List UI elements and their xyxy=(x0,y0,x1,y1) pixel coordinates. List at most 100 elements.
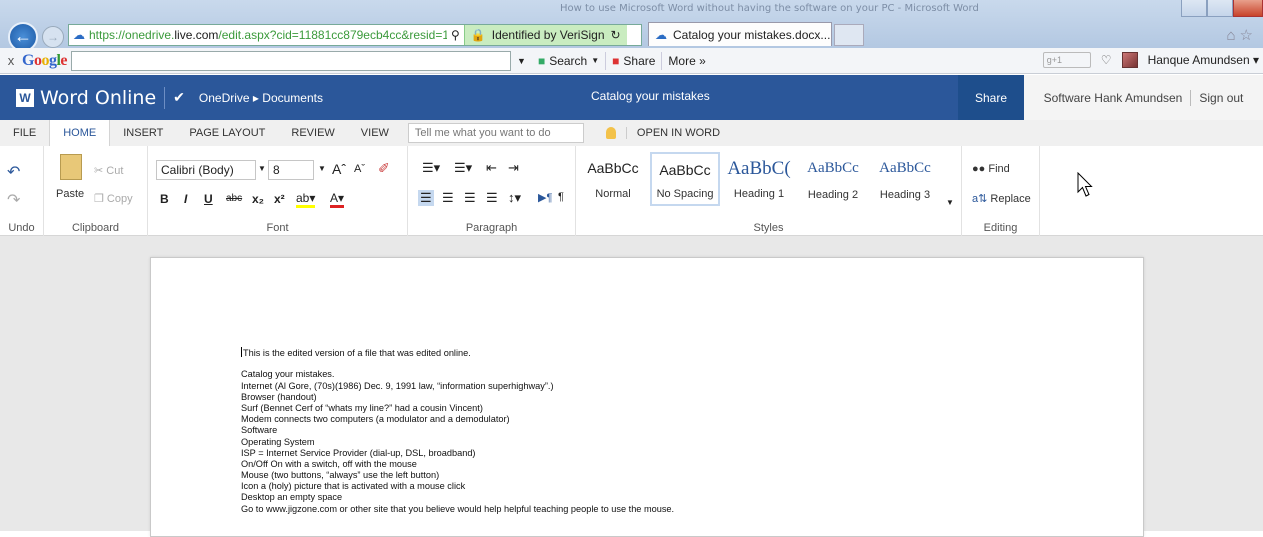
document-line[interactable]: Software xyxy=(241,425,674,436)
browser-tab[interactable]: ☁ Catalog your mistakes.docx... × xyxy=(648,22,843,46)
document-line[interactable]: Operating System xyxy=(241,437,674,448)
document-line[interactable]: Surf (Bennet Cerf of “whats my line?” ha… xyxy=(241,403,674,414)
style-normal[interactable]: AaBbCc Normal xyxy=(578,152,648,206)
google-toolbar: x Google ▼ ■ Search ▼ ■ Share More » g+1… xyxy=(0,48,1263,74)
font-name-select[interactable]: Calibri (Body) xyxy=(156,160,256,180)
grow-font-icon[interactable]: Aˆ xyxy=(332,161,346,177)
mouse-pointer-icon xyxy=(1077,172,1093,197)
gplus-button[interactable]: g+1 xyxy=(1042,52,1091,68)
style-heading-1[interactable]: AaBbC( Heading 1 xyxy=(724,152,794,206)
user-name[interactable]: Software Hank Amundsen xyxy=(1044,91,1183,105)
lock-icon: 🔒 xyxy=(470,28,486,42)
find-button[interactable]: ●● Find xyxy=(972,163,1010,175)
notification-bell-icon[interactable]: ♡ xyxy=(1101,53,1112,67)
word-logo-icon[interactable]: W xyxy=(16,88,34,107)
redo-icon[interactable]: ↷ xyxy=(7,190,20,210)
style-no-spacing[interactable]: AaBbCc No Spacing xyxy=(650,152,720,206)
maximize-button[interactable] xyxy=(1207,0,1233,17)
google-search-button[interactable]: ■ Search ▼ xyxy=(532,51,607,70)
justify-icon[interactable]: ☰ xyxy=(486,190,498,206)
breadcrumb[interactable]: OneDrive ▸ Documents xyxy=(199,91,323,105)
copy-button[interactable]: ❐ Copy xyxy=(94,192,133,205)
lightbulb-icon xyxy=(605,127,616,139)
document-line[interactable]: Modem connects two computers (a modulato… xyxy=(241,414,674,425)
document-line[interactable]: Browser (handout) xyxy=(241,392,674,403)
close-button[interactable] xyxy=(1233,0,1263,17)
document-line[interactable]: Mouse (two buttons, “always” use the lef… xyxy=(241,470,674,481)
bold-icon[interactable]: B xyxy=(160,192,169,206)
document-line[interactable]: Icon a (holy) picture that is activated … xyxy=(241,481,674,492)
document-body[interactable]: This is the edited version of a file tha… xyxy=(241,347,674,515)
document-line[interactable]: Internet (Al Gore, (70s)(1986) Dec. 9, 1… xyxy=(241,381,674,392)
font-color-icon[interactable]: A▾ xyxy=(330,191,345,208)
google-search-input[interactable] xyxy=(71,50,512,71)
security-identity[interactable]: 🔒 Identified by VeriSign ↻ xyxy=(463,25,627,45)
chevron-down-icon[interactable]: ▼ xyxy=(258,164,266,173)
clear-formatting-icon[interactable]: ✐ xyxy=(378,160,390,177)
tab-home[interactable]: HOME xyxy=(49,119,111,147)
google-more-button[interactable]: More » xyxy=(662,52,711,70)
sign-out-link[interactable]: Sign out xyxy=(1199,91,1243,105)
decrease-indent-icon[interactable]: ⇤ xyxy=(486,160,497,176)
replace-button[interactable]: a⇅ Replace xyxy=(972,192,1031,205)
tab-review[interactable]: REVIEW xyxy=(278,120,347,146)
chevron-down-icon[interactable]: ✔ xyxy=(173,89,185,106)
tab-page-layout[interactable]: PAGE LAYOUT xyxy=(176,120,278,146)
search-icon[interactable]: ⚲ xyxy=(451,28,460,42)
subscript-icon[interactable]: x₂ xyxy=(252,192,264,206)
new-tab-button[interactable] xyxy=(834,24,864,46)
styles-more-icon[interactable]: ▼ xyxy=(946,198,954,207)
style-heading-2[interactable]: AaBbCc Heading 2 xyxy=(798,152,868,206)
styles-group: AaBbCc Normal AaBbCc No Spacing AaBbC( H… xyxy=(576,146,962,236)
address-bar[interactable]: ☁ https://onedrive.live.com/edit.aspx?ci… xyxy=(68,24,642,46)
user-panel: Software Hank Amundsen Sign out xyxy=(1024,75,1263,120)
home-star-icons[interactable]: ⌂☆ xyxy=(1226,26,1257,44)
show-marks-icon[interactable]: ¶ xyxy=(558,191,564,203)
paste-button[interactable]: Paste xyxy=(56,188,84,200)
document-page[interactable]: This is the edited version of a file tha… xyxy=(150,257,1144,537)
document-line[interactable]: This is the edited version of a file tha… xyxy=(241,347,674,358)
superscript-icon[interactable]: x² xyxy=(274,192,285,206)
open-in-word-button[interactable]: OPEN IN WORD xyxy=(625,127,720,139)
paste-icon[interactable] xyxy=(60,154,82,180)
ltr-icon[interactable]: ▶¶ xyxy=(538,191,552,204)
app-name[interactable]: Word Online xyxy=(40,87,156,109)
increase-indent-icon[interactable]: ⇥ xyxy=(508,160,519,176)
tab-insert[interactable]: INSERT xyxy=(110,120,176,146)
style-heading-3[interactable]: AaBbCc Heading 3 xyxy=(870,152,940,206)
document-line[interactable]: ISP = Internet Service Provider (dial-up… xyxy=(241,448,674,459)
numbering-icon[interactable]: ☰▾ xyxy=(454,160,472,176)
google-share-button[interactable]: ■ Share xyxy=(606,51,663,70)
document-line[interactable]: Catalog your mistakes. xyxy=(241,369,674,380)
undo-icon[interactable]: ↶ xyxy=(7,162,20,182)
close-toolbar-icon[interactable]: x xyxy=(0,53,22,68)
align-left-icon[interactable]: ☰ xyxy=(418,190,434,206)
google-user-menu[interactable]: Hanque Amundsen ▾ xyxy=(1148,53,1259,67)
tell-me-input[interactable]: Tell me what you want to do xyxy=(407,123,584,143)
window-title: How to use Microsoft Word without having… xyxy=(560,3,979,14)
bullets-icon[interactable]: ☰▾ xyxy=(422,160,440,176)
cut-button[interactable]: ✂ Cut xyxy=(94,164,123,177)
tab-file[interactable]: FILE xyxy=(0,120,49,146)
document-title[interactable]: Catalog your mistakes xyxy=(591,89,710,103)
italic-icon[interactable]: I xyxy=(184,192,187,206)
chevron-down-icon[interactable]: ▼ xyxy=(318,164,326,173)
line-spacing-icon[interactable]: ↕▾ xyxy=(508,190,521,206)
minimize-button[interactable] xyxy=(1181,0,1207,17)
shrink-font-icon[interactable]: Aˇ xyxy=(354,163,365,175)
strikethrough-icon[interactable]: abc xyxy=(226,193,242,204)
tab-view[interactable]: VIEW xyxy=(348,120,402,146)
align-center-icon[interactable]: ☰ xyxy=(442,190,454,206)
forward-button[interactable]: → xyxy=(42,26,64,48)
refresh-icon[interactable]: ↻ xyxy=(611,28,621,42)
underline-icon[interactable]: U xyxy=(204,192,213,206)
align-right-icon[interactable]: ☰ xyxy=(464,190,476,206)
document-line[interactable]: On/Off On with a switch, off with the mo… xyxy=(241,459,674,470)
undo-group: ↶ ↷ Undo xyxy=(0,146,44,236)
share-button[interactable]: Share xyxy=(958,75,1024,120)
document-line[interactable]: Desktop an empty space xyxy=(241,492,674,503)
font-size-select[interactable]: 8 xyxy=(268,160,314,180)
highlight-icon[interactable]: ab▾ xyxy=(296,191,316,208)
document-line[interactable]: Go to www.jigzone.com or other site that… xyxy=(241,504,674,515)
dropdown-icon[interactable]: ▼ xyxy=(517,56,526,66)
